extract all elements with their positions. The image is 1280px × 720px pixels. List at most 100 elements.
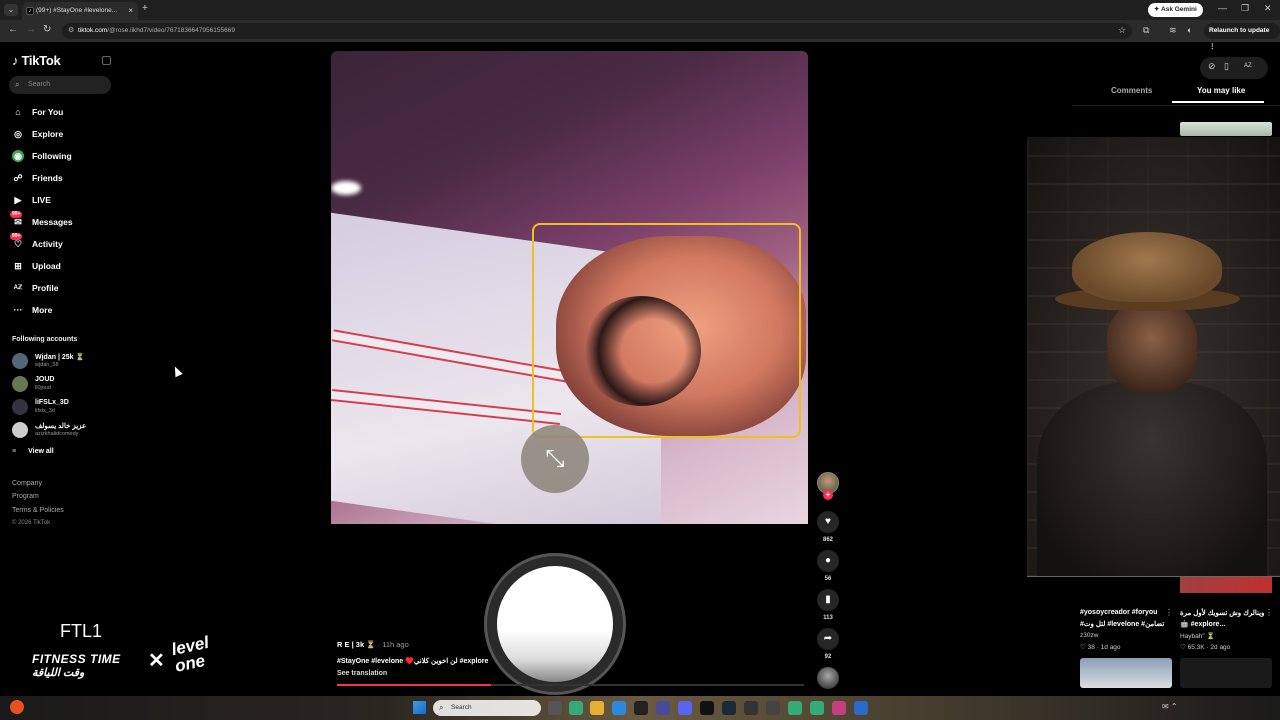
nav-live[interactable]: ▶ LIVE bbox=[12, 192, 112, 208]
search-input[interactable]: ⌕ Search bbox=[9, 76, 111, 94]
account-item[interactable]: عزيز خالد يسولف azizkhalidcomedy bbox=[12, 420, 112, 440]
rec-caption[interactable]: 🤖 #explore... bbox=[1180, 620, 1225, 628]
tab-comments[interactable]: Comments bbox=[1111, 86, 1152, 95]
view-all-label: View all bbox=[28, 448, 54, 455]
video-light bbox=[331, 181, 361, 195]
extensions-icon[interactable]: ⧉ bbox=[1143, 25, 1149, 36]
video-progress-bar[interactable] bbox=[337, 684, 804, 686]
chrome-taskbar-icon[interactable] bbox=[788, 701, 802, 715]
like-button[interactable]: ♥ 862 bbox=[817, 511, 839, 543]
tiktok-logo[interactable]: ♪ TikTok bbox=[12, 53, 61, 68]
nav-activity[interactable]: ♡ 99+ Activity bbox=[10, 233, 112, 252]
tab-you-may-like[interactable]: You may like bbox=[1197, 86, 1245, 95]
app-icon[interactable] bbox=[634, 701, 648, 715]
weather-widget-icon[interactable] bbox=[10, 700, 24, 714]
close-window-button[interactable]: ✕ bbox=[1264, 3, 1272, 14]
ask-gemini-button[interactable]: ✦ Ask Gemini bbox=[1148, 3, 1203, 17]
account-item[interactable]: liFSLx_3D lifslx_3d bbox=[12, 397, 112, 417]
steam-icon[interactable] bbox=[722, 701, 736, 715]
rec-user[interactable]: z30zw bbox=[1080, 632, 1098, 639]
account-item[interactable]: Wjdan | 25k ⏳ wjdan_58 bbox=[12, 351, 112, 371]
activity-badge: 99+ bbox=[10, 233, 23, 240]
recommended-thumbnail[interactable] bbox=[1180, 658, 1272, 688]
nav-friends[interactable]: ☍ Friends bbox=[12, 170, 112, 186]
app-icon[interactable] bbox=[744, 701, 758, 715]
post-time: · 11h ago bbox=[377, 640, 409, 649]
task-view-icon[interactable] bbox=[548, 701, 562, 715]
compass-toolbar-icon[interactable]: ⊘ bbox=[1208, 61, 1216, 72]
comment-button[interactable]: ● 56 bbox=[817, 550, 839, 582]
share-button[interactable]: ➦ 92 bbox=[817, 628, 839, 660]
new-tab-button[interactable]: + bbox=[142, 3, 148, 14]
windows-start-icon[interactable] bbox=[413, 701, 426, 714]
phone-icon[interactable]: ▯ bbox=[1224, 61, 1229, 72]
video-player[interactable]: ⤡ bbox=[331, 51, 808, 524]
search-icon: ⌕ bbox=[439, 703, 444, 712]
app-icon[interactable] bbox=[832, 701, 846, 715]
system-tray[interactable]: ✉ ⌃ bbox=[1162, 702, 1178, 711]
account-handle: ll0joud bbox=[35, 385, 51, 391]
nav-for-you[interactable]: ⌂ For You bbox=[12, 104, 112, 120]
footer-program[interactable]: Program bbox=[12, 493, 39, 500]
minimize-button[interactable]: — bbox=[1218, 3, 1227, 13]
rec-user[interactable]: Haybah" ⏳ bbox=[1180, 632, 1215, 640]
footer-terms[interactable]: Terms & Policies bbox=[12, 507, 64, 514]
collapse-sidebar-icon[interactable] bbox=[102, 56, 111, 65]
forward-arrow-icon[interactable]: → bbox=[26, 24, 36, 35]
fitness-time-logo: FITNESS TIME bbox=[32, 652, 121, 666]
app-icon[interactable] bbox=[656, 701, 670, 715]
face-detection-box bbox=[532, 223, 801, 438]
browser-tab[interactable]: ♪ (99+) #StayOne #levelone... × bbox=[22, 2, 138, 20]
profile-badge-icon[interactable]: AZ bbox=[1244, 63, 1252, 69]
comment-count: 56 bbox=[824, 576, 832, 582]
rec-caption[interactable]: وينالرك وش تسويك لأول مرة bbox=[1180, 609, 1264, 617]
maximize-button[interactable]: ❐ bbox=[1241, 3, 1249, 14]
edge-icon[interactable] bbox=[612, 701, 626, 715]
taskbar-search[interactable]: ⌕ Search bbox=[433, 700, 541, 716]
photos-icon[interactable] bbox=[854, 701, 868, 715]
settings-icon[interactable] bbox=[766, 701, 780, 715]
rec-caption[interactable]: #yosoycreador #foryou bbox=[1080, 609, 1157, 616]
see-translation-link[interactable]: See translation bbox=[337, 670, 387, 677]
tab-search-button[interactable]: ⌄ bbox=[4, 4, 18, 16]
relaunch-update-button[interactable]: Relaunch to update ⋮ bbox=[1204, 23, 1280, 50]
account-item[interactable]: JOUD ll0joud bbox=[12, 374, 112, 394]
cast-icon[interactable]: ≋ bbox=[1169, 25, 1177, 36]
nav-label: Upload bbox=[32, 261, 61, 271]
tiktok-app-icon[interactable] bbox=[700, 701, 714, 715]
account-name: JOUD bbox=[35, 376, 55, 383]
nav-following[interactable]: ◉ Following bbox=[12, 148, 112, 164]
recommended-thumbnail[interactable] bbox=[1180, 122, 1272, 136]
rec-menu-icon[interactable]: ⋮ bbox=[1165, 608, 1173, 617]
nav-profile[interactable]: Aℤ Profile bbox=[12, 280, 112, 296]
tab-close-icon[interactable]: × bbox=[128, 2, 133, 20]
footer-company[interactable]: Company bbox=[12, 480, 42, 487]
nav-label: For You bbox=[32, 107, 64, 117]
bookmark-star-icon[interactable]: ☆ bbox=[1118, 25, 1126, 36]
recommended-thumbnail[interactable] bbox=[1180, 577, 1272, 593]
url-field[interactable]: ⚙ tiktok.com/@rose.iikhd7/video/76718366… bbox=[62, 23, 1132, 39]
nav-more[interactable]: ··· More bbox=[12, 302, 112, 318]
avatar bbox=[12, 376, 28, 392]
rec-caption[interactable]: #لتل وت #levelone #تضامن bbox=[1080, 620, 1164, 628]
video-author[interactable]: R E | 3k ⏳ · 11h ago bbox=[337, 640, 409, 649]
recommended-thumbnail[interactable] bbox=[1080, 658, 1172, 688]
nav-label: Following bbox=[32, 151, 72, 161]
follow-plus-icon[interactable]: + bbox=[823, 490, 833, 500]
profile-icon[interactable]: ◐ bbox=[1187, 25, 1192, 35]
reload-icon[interactable]: ↻ bbox=[43, 24, 51, 35]
discord-icon[interactable] bbox=[678, 701, 692, 715]
view-all-link[interactable]: ≡ View all bbox=[12, 448, 54, 455]
music-avatar[interactable] bbox=[817, 667, 839, 689]
rec-menu-icon[interactable]: ⋮ bbox=[1265, 608, 1273, 617]
nav-upload[interactable]: ⊞ Upload bbox=[12, 258, 112, 274]
chrome-taskbar-icon[interactable] bbox=[810, 701, 824, 715]
nav-messages[interactable]: ✉ 99+ Messages bbox=[10, 211, 112, 230]
site-info-icon[interactable]: ⚙ bbox=[68, 23, 74, 39]
back-arrow-icon[interactable]: ← bbox=[8, 24, 18, 35]
chrome-taskbar-icon[interactable] bbox=[569, 701, 583, 715]
save-button[interactable]: ▮ 113 bbox=[817, 589, 839, 621]
nav-explore[interactable]: ◎ Explore bbox=[12, 126, 112, 142]
exit-fullscreen-icon[interactable]: ⤡ bbox=[521, 425, 589, 493]
file-explorer-icon[interactable] bbox=[590, 701, 604, 715]
